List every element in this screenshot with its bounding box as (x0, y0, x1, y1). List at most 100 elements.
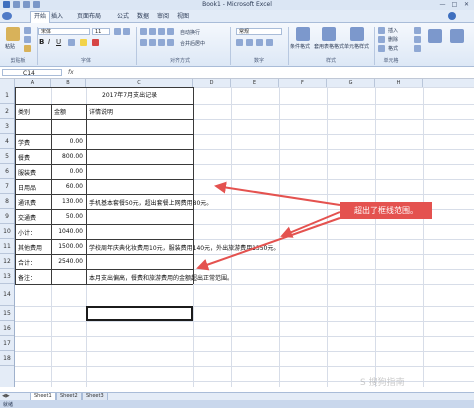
row-header-4[interactable]: 4 (0, 134, 14, 149)
table-border (15, 87, 16, 284)
currency-icon[interactable] (236, 39, 243, 46)
tab-home[interactable]: 开始 (30, 11, 51, 23)
gridline (327, 87, 328, 387)
number-format-select[interactable]: 常规 (236, 28, 282, 35)
font-name-select[interactable]: 宋体 (38, 28, 90, 35)
font-color-icon[interactable] (92, 39, 99, 46)
italic-icon[interactable]: I (48, 38, 50, 46)
row-header-18[interactable]: 18 (0, 351, 14, 366)
row-header-1[interactable]: 1 (0, 87, 14, 104)
shrink-font-icon[interactable] (123, 28, 130, 35)
cell-category: 备注： (18, 275, 37, 282)
orientation-icon[interactable] (167, 28, 174, 35)
title-bar: Book1 - Microsoft Excel — □ ✕ (0, 0, 474, 10)
format-as-table-button[interactable]: 套用表格格式 (314, 43, 344, 50)
cell-styles-icon[interactable] (350, 27, 364, 41)
row-header-10[interactable]: 10 (0, 224, 14, 239)
conditional-format-button[interactable]: 条件格式 (290, 43, 310, 50)
row-header-6[interactable]: 6 (0, 164, 14, 179)
border-icon[interactable] (68, 39, 75, 46)
column-header-d[interactable]: D (193, 79, 231, 87)
column-header-f[interactable]: F (279, 79, 327, 87)
row-header-11[interactable]: 11 (0, 239, 14, 254)
row-header-13[interactable]: 13 (0, 269, 14, 284)
insert-cells-icon[interactable] (378, 27, 385, 34)
grow-font-icon[interactable] (114, 28, 121, 35)
column-header-g[interactable]: G (327, 79, 375, 87)
font-size-select[interactable]: 11 (92, 28, 110, 35)
paste-icon[interactable] (6, 27, 20, 41)
align-center-icon[interactable] (149, 39, 156, 46)
insert-button[interactable]: 插入 (388, 27, 398, 34)
maximize-button[interactable]: □ (450, 1, 459, 8)
format-cells-icon[interactable] (378, 45, 385, 52)
column-header-h[interactable]: H (375, 79, 423, 87)
separator (288, 27, 289, 65)
tab-view[interactable]: 视图 (174, 12, 192, 21)
row-header-9[interactable]: 9 (0, 209, 14, 224)
align-left-icon[interactable] (140, 39, 147, 46)
fx-icon[interactable]: fx (68, 69, 74, 76)
name-box[interactable]: C14 (2, 69, 62, 77)
tab-data[interactable]: 数据 (134, 12, 152, 21)
table-border (15, 209, 193, 210)
row-header-8[interactable]: 8 (0, 194, 14, 209)
row-header-17[interactable]: 17 (0, 336, 14, 351)
row-header-14[interactable]: 14 (0, 284, 14, 306)
tab-insert[interactable]: 插入 (48, 12, 66, 21)
align-middle-icon[interactable] (149, 28, 156, 35)
clear-icon[interactable] (414, 45, 421, 52)
copy-icon[interactable] (24, 36, 31, 43)
indent-icon[interactable] (167, 39, 174, 46)
conditional-format-icon[interactable] (296, 27, 310, 41)
align-top-icon[interactable] (140, 28, 147, 35)
close-button[interactable]: ✕ (462, 1, 471, 8)
delete-button[interactable]: 删除 (388, 36, 398, 43)
format-as-table-icon[interactable] (322, 27, 336, 41)
cell-styles-button[interactable]: 单元格样式 (344, 43, 372, 50)
find-select-icon[interactable] (450, 29, 464, 43)
fill-icon[interactable] (414, 36, 421, 43)
row-header-2[interactable]: 2 (0, 104, 14, 119)
fill-color-icon[interactable] (80, 39, 87, 46)
office-button-icon[interactable] (2, 12, 12, 20)
underline-icon[interactable]: U (56, 38, 61, 46)
sort-filter-icon[interactable] (428, 29, 442, 43)
row-header-7[interactable]: 7 (0, 179, 14, 194)
format-button[interactable]: 格式 (388, 45, 398, 52)
cell-amount: 2540.00 (58, 258, 83, 265)
selected-cell[interactable] (86, 306, 193, 321)
column-header-e[interactable]: E (231, 79, 279, 87)
align-right-icon[interactable] (158, 39, 165, 46)
merge-center-button[interactable]: 合并后居中 (180, 40, 205, 47)
paste-button[interactable]: 粘贴 (5, 43, 15, 50)
gridline (423, 87, 424, 387)
percent-icon[interactable] (246, 39, 253, 46)
column-header-b[interactable]: B (51, 79, 86, 87)
tab-page-layout[interactable]: 页面布局 (74, 12, 104, 21)
row-header-15[interactable]: 15 (0, 306, 14, 321)
cut-icon[interactable] (24, 27, 31, 34)
format-painter-icon[interactable] (24, 45, 31, 52)
sheet-nav-icon[interactable]: ◀▶ (2, 393, 10, 399)
comma-icon[interactable] (256, 39, 263, 46)
delete-cells-icon[interactable] (378, 36, 385, 43)
increase-decimal-icon[interactable] (266, 39, 273, 46)
minimize-button[interactable]: — (438, 1, 447, 8)
row-header-5[interactable]: 5 (0, 149, 14, 164)
column-header-c[interactable]: C (86, 79, 193, 87)
bold-icon[interactable]: B (39, 38, 44, 46)
cell-category: 小计： (18, 230, 37, 237)
tab-review[interactable]: 审阅 (154, 12, 172, 21)
table-border (15, 87, 193, 88)
row-header-12[interactable]: 12 (0, 254, 14, 269)
align-bottom-icon[interactable] (158, 28, 165, 35)
autosum-icon[interactable] (414, 27, 421, 34)
row-header-3[interactable]: 3 (0, 119, 14, 134)
select-all-corner[interactable] (0, 79, 15, 87)
row-header-16[interactable]: 16 (0, 321, 14, 336)
wrap-text-button[interactable]: 自动换行 (180, 29, 200, 36)
help-icon[interactable] (448, 12, 456, 20)
column-header-a[interactable]: A (15, 79, 51, 87)
tab-formulas[interactable]: 公式 (114, 12, 132, 21)
